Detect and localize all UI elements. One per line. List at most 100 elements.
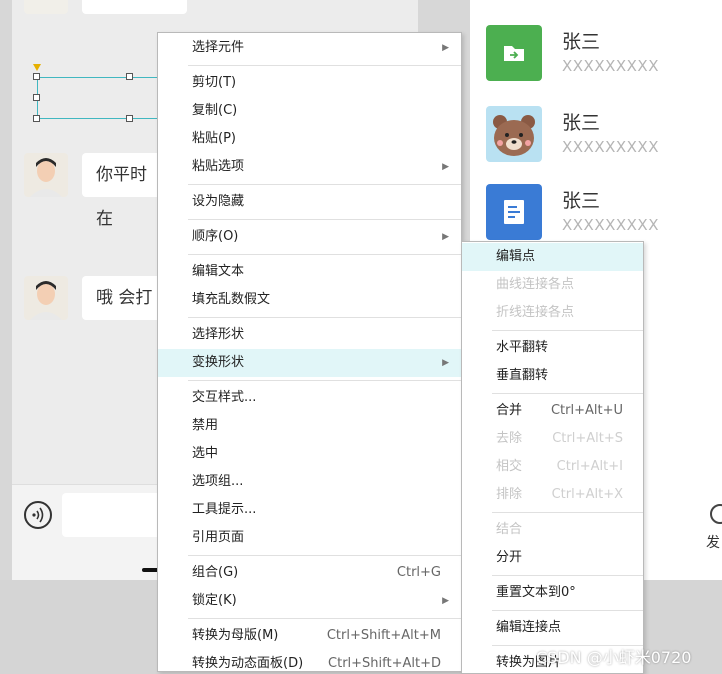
menu-item[interactable]: 选择形状: [158, 321, 461, 349]
menu-separator: [492, 512, 643, 513]
menu-item-label: 选择形状: [192, 327, 245, 342]
menu-item-label: 组合(G): [192, 565, 239, 580]
submenu-arrow-icon: ▶: [442, 162, 449, 172]
menu-item[interactable]: 引用页面: [158, 524, 461, 552]
menu-item[interactable]: 顺序(O) ▶: [158, 223, 461, 251]
menu-item: 折线连接各点: [462, 299, 643, 327]
menu-item-shortcut: Ctrl+Alt+U: [550, 403, 623, 418]
menu-item[interactable]: 重置文本到0°: [462, 579, 643, 607]
menu-item[interactable]: 选择元件 ▶: [158, 34, 461, 62]
menu-item[interactable]: 选中: [158, 440, 461, 468]
menu-item[interactable]: 变换形状 ▶: [158, 349, 461, 377]
menu-separator: [188, 380, 461, 381]
contact-name: 张三: [562, 31, 601, 53]
menu-item[interactable]: 粘贴选项 ▶: [158, 153, 461, 181]
transform-shape-submenu: 编辑点曲线连接各点折线连接各点水平翻转垂直翻转合并 Ctrl+Alt+U 去除 Ctr…: [461, 241, 644, 674]
avatar-top: [24, 0, 68, 14]
context-menu: 选择元件 ▶ 剪切(T) 复制(C) 粘贴(P) 粘贴选项 ▶ 设为隐藏顺序(O) ▶ 编辑文本填…: [157, 32, 462, 672]
menu-item-label: 排除: [496, 487, 523, 502]
message-input[interactable]: [62, 493, 172, 537]
menu-item-label: 垂直翻转: [496, 368, 549, 383]
menu-item[interactable]: 剪切(T): [158, 69, 461, 97]
resize-handle[interactable]: [33, 94, 40, 101]
anchor-triangle-icon[interactable]: [33, 64, 41, 71]
menu-separator: [188, 219, 461, 220]
menu-separator: [492, 610, 643, 611]
menu-separator: [188, 184, 461, 185]
menu-item-shortcut: Ctrl+G: [396, 565, 441, 580]
menu-item-label: 选中: [192, 446, 219, 461]
menu-separator: [188, 65, 461, 66]
menu-item[interactable]: 组合(G) Ctrl+G: [158, 559, 461, 587]
avatar: [24, 153, 68, 197]
menu-item[interactable]: 交互样式...: [158, 384, 461, 412]
menu-item-label: 工具提示...: [192, 502, 257, 517]
menu-item[interactable]: 转换为母版(M) Ctrl+Shift+Alt+M: [158, 622, 461, 650]
contact-name: 张三: [562, 190, 601, 212]
watermark: CSDN @小虾米0720: [536, 648, 692, 667]
menu-item: 排除 Ctrl+Alt+X: [462, 481, 643, 509]
menu-item[interactable]: 粘贴(P): [158, 125, 461, 153]
menu-item-shortcut: Ctrl+Shift+Alt+M: [326, 628, 441, 643]
menu-item[interactable]: 锁定(K) ▶: [158, 587, 461, 615]
menu-separator: [492, 393, 643, 394]
menu-item[interactable]: 转换为动态面板(D) Ctrl+Shift+Alt+D: [158, 650, 461, 674]
resize-handle[interactable]: [33, 73, 40, 80]
menu-item-label: 剪切(T): [192, 75, 237, 90]
menu-item-label: 选项组...: [192, 474, 244, 489]
menu-item[interactable]: 工具提示...: [158, 496, 461, 524]
menu-item[interactable]: 设为隐藏: [158, 188, 461, 216]
menu-item-label: 粘贴(P): [192, 131, 236, 146]
menu-item[interactable]: 填充乱数假文: [158, 286, 461, 314]
contact-subtitle: XXXXXXXXX: [562, 216, 659, 234]
contact-item[interactable]: 张三 XXXXXXXXX: [486, 106, 716, 162]
menu-item[interactable]: 选项组...: [158, 468, 461, 496]
resize-handle[interactable]: [126, 115, 133, 122]
voice-icon[interactable]: [24, 501, 52, 529]
menu-item-shortcut: Ctrl+Alt+I: [556, 459, 623, 474]
menu-item-label: 锁定(K): [192, 593, 237, 608]
menu-item-label: 复制(C): [192, 103, 238, 118]
menu-item-label: 禁用: [192, 418, 219, 433]
menu-separator: [492, 330, 643, 331]
resize-handle[interactable]: [33, 115, 40, 122]
menu-item[interactable]: 编辑文本: [158, 258, 461, 286]
menu-item[interactable]: 复制(C): [158, 97, 461, 125]
menu-item[interactable]: 分开: [462, 544, 643, 572]
resize-handle[interactable]: [126, 73, 133, 80]
send-label: 发: [706, 535, 720, 551]
menu-separator: [188, 317, 461, 318]
submenu-arrow-icon: ▶: [442, 596, 449, 606]
menu-item[interactable]: 垂直翻转: [462, 362, 643, 390]
menu-item-shortcut: Ctrl+Alt+S: [552, 431, 623, 446]
menu-item[interactable]: 合并 Ctrl+Alt+U: [462, 397, 643, 425]
person-avatar-icon: [24, 153, 68, 197]
submenu-arrow-icon: ▶: [442, 232, 449, 242]
contact-item[interactable]: 张三 XXXXXXXXX: [486, 184, 716, 240]
bear-avatar-icon: [486, 106, 542, 162]
sound-wave-icon: [32, 507, 44, 523]
menu-item[interactable]: 禁用: [158, 412, 461, 440]
menu-item-label: 设为隐藏: [192, 194, 245, 209]
menu-item[interactable]: 编辑点: [462, 243, 643, 271]
menu-item-label: 编辑文本: [192, 264, 245, 279]
contact-item[interactable]: 张三 XXXXXXXXX: [486, 25, 716, 81]
menu-item-label: 合并: [496, 403, 523, 418]
menu-item-label: 填充乱数假文: [192, 292, 271, 307]
menu-item-label: 编辑点: [496, 249, 536, 264]
submenu-arrow-icon: ▶: [442, 43, 449, 53]
contact-name: 张三: [562, 112, 601, 134]
menu-item-label: 转换为动态面板(D): [192, 656, 304, 671]
contact-item-partial[interactable]: [486, 0, 716, 6]
menu-separator: [188, 618, 461, 619]
menu-item: 去除 Ctrl+Alt+S: [462, 425, 643, 453]
menu-item-label: 分开: [496, 550, 523, 565]
menu-item-label: 曲线连接各点: [496, 277, 575, 292]
menu-item-label: 水平翻转: [496, 340, 549, 355]
submenu-arrow-icon: ▶: [442, 358, 449, 368]
menu-item[interactable]: 水平翻转: [462, 334, 643, 362]
menu-item-label: 转换为母版(M): [192, 628, 279, 643]
menu-item[interactable]: 编辑连接点: [462, 614, 643, 642]
menu-item-label: 重置文本到0°: [496, 585, 576, 600]
contact-subtitle: XXXXXXXXX: [562, 138, 659, 156]
